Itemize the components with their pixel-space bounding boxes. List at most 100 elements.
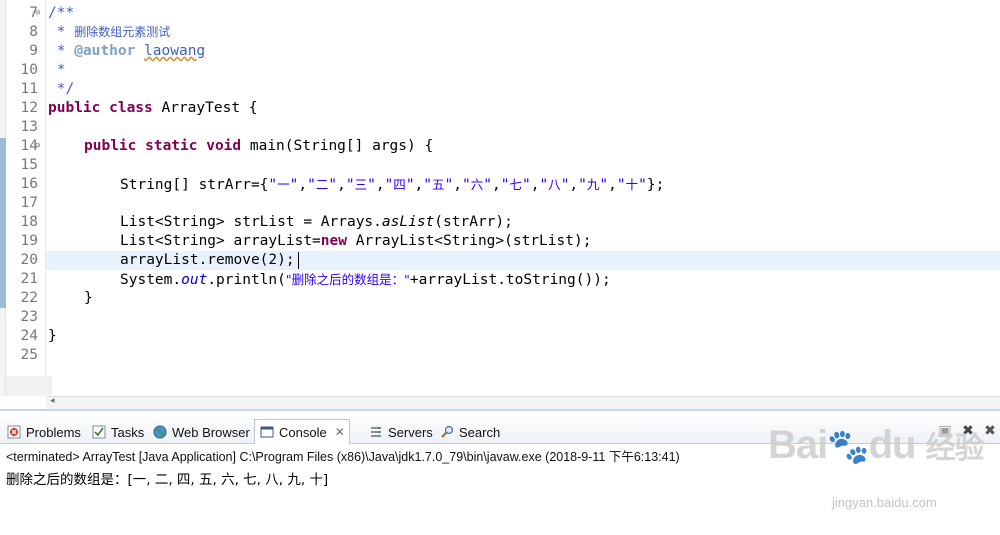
static-method: asList xyxy=(381,214,435,230)
string-literal: "四" xyxy=(384,177,415,193)
code-line-16[interactable]: String[] strArr={"一","二","三","四","五","六"… xyxy=(120,175,664,194)
line-number: 15 xyxy=(20,157,38,173)
code-line-19[interactable]: List<String> arrayList=new ArrayList<Str… xyxy=(120,232,591,251)
tab-console[interactable]: Console ✕ xyxy=(254,419,350,444)
line-number: 20 xyxy=(20,252,38,268)
web-browser-icon xyxy=(152,424,168,440)
tab-tasks[interactable]: Tasks xyxy=(87,420,148,444)
code-text: List<String> arrayList= xyxy=(120,233,321,249)
code-line-7[interactable]: /** xyxy=(48,4,74,23)
code-line-12[interactable]: public class ArrayTest { xyxy=(48,99,258,118)
console-icon xyxy=(259,424,275,440)
method-declaration: main(String[] args) { xyxy=(241,138,434,154)
line-number: 17 xyxy=(20,195,38,211)
line-number: 11 xyxy=(20,81,38,97)
string-literal: "二" xyxy=(307,177,338,193)
line-number: 22 xyxy=(20,290,38,306)
code-line-9[interactable]: * @author laowang xyxy=(48,42,205,61)
keyword: public static void xyxy=(84,138,242,154)
line-number: 12 xyxy=(20,100,38,116)
comment-description: 删除数组元素测试 xyxy=(74,25,171,39)
fold-collapse-icon[interactable]: ⊖ xyxy=(35,4,40,23)
line-number: 10 xyxy=(20,62,38,78)
string-literal: "八" xyxy=(539,177,570,193)
string-literal: "六" xyxy=(462,177,492,193)
author-name: laowang xyxy=(144,43,206,59)
code-text: (strArr); xyxy=(434,214,513,230)
code-text: .println( xyxy=(207,272,286,288)
code-line-8[interactable]: * 删除数组元素测试 xyxy=(48,23,171,42)
code-line-24[interactable]: } xyxy=(48,327,57,346)
string-literal: "十" xyxy=(616,177,647,193)
line-number: 13 xyxy=(20,119,38,135)
string-literal: "九" xyxy=(578,177,609,193)
problems-icon xyxy=(6,424,22,440)
tab-problems[interactable]: Problems xyxy=(2,420,85,444)
string-array-items: "一","二","三","四","五","六","七","八","九","十" xyxy=(268,177,647,193)
code-text: ArrayList<String>(strList); xyxy=(347,233,592,249)
tab-label: Problems xyxy=(26,424,81,440)
statement-end: }; xyxy=(646,177,665,193)
close-tab-icon[interactable]: ✕ xyxy=(335,425,345,439)
closing-brace: } xyxy=(48,328,57,344)
line-number: 24 xyxy=(20,328,38,344)
console-status: <terminated> ArrayTest [Java Application… xyxy=(6,450,680,464)
code-text: +arrayList.toString()); xyxy=(409,272,611,288)
tab-search[interactable]: Search xyxy=(435,420,504,444)
line-number: 19 xyxy=(20,233,38,249)
servers-icon xyxy=(368,424,384,440)
line-number: 8 xyxy=(29,24,38,40)
line-number: 14 xyxy=(20,138,38,154)
horizontal-scrollbar[interactable]: ◂ xyxy=(46,396,1000,409)
line-number: 9 xyxy=(29,43,38,59)
line-number: 25 xyxy=(20,347,38,363)
code-text: arrayList.remove(2); xyxy=(120,252,295,268)
code-line-20[interactable]: arrayList.remove(2); xyxy=(120,251,295,270)
comment-star: * xyxy=(48,43,75,59)
tab-label: Search xyxy=(459,424,501,440)
code-editor[interactable]: 7 8 9 10 11 12 13 14 15 16 17 18 19 20 21 22 23 24 25 ⊖ ⊖ … xyxy=(0,0,1000,396)
comment-end: */ xyxy=(48,81,75,97)
line-number: 7 xyxy=(29,5,38,21)
closing-brace: } xyxy=(84,290,93,306)
comment-star: * xyxy=(48,24,75,40)
tab-label: Tasks xyxy=(111,424,145,440)
console-output[interactable]: 删除之后的数组是：[一, 二, 四, 五, 六, 七, 八, 九, 十] xyxy=(6,468,328,488)
code-line-18[interactable]: List<String> strList = Arrays.asList(str… xyxy=(120,213,513,232)
javadoc-author-tag: @author xyxy=(74,43,136,59)
code-line-11[interactable]: */ xyxy=(48,80,74,99)
tab-web-browser[interactable]: Web Browser xyxy=(148,420,254,444)
code-text: List<String> strList = Arrays. xyxy=(120,214,382,230)
text-cursor xyxy=(298,252,299,269)
watermark-url: jingyan.baidu.com xyxy=(832,495,937,510)
comment-star: * xyxy=(48,62,66,78)
line-number: 16 xyxy=(20,176,38,192)
string-literal: "七" xyxy=(500,177,531,193)
line-number: 23 xyxy=(20,309,38,325)
code-line-14[interactable]: public static void main(String[] args) { xyxy=(84,137,433,156)
keyword: public class xyxy=(48,100,153,116)
comment-start: /** xyxy=(48,5,75,21)
code-text: System. xyxy=(120,272,182,288)
code-line-22[interactable]: } xyxy=(84,289,93,308)
array-declaration: String[] strArr={ xyxy=(120,177,269,193)
string-literal: "三" xyxy=(345,177,376,193)
string-literal: "五" xyxy=(423,177,454,193)
code-line-10[interactable]: * xyxy=(48,61,66,80)
static-field: out xyxy=(181,272,208,288)
tab-label: Console xyxy=(279,424,327,440)
line-number: 21 xyxy=(20,271,38,287)
line-number: 18 xyxy=(20,214,38,230)
fold-collapse-icon[interactable]: ⊖ xyxy=(35,137,40,156)
scroll-left-icon[interactable]: ◂ xyxy=(50,396,55,406)
remove-all-terminated-icon[interactable]: ✖ xyxy=(982,423,998,439)
tab-label: Web Browser xyxy=(172,424,250,440)
gutter-footer xyxy=(6,376,52,396)
code-line-21[interactable]: System.out.println("删除之后的数组是："+arrayList… xyxy=(120,270,611,289)
tab-label: Servers xyxy=(388,424,433,440)
class-declaration: ArrayTest { xyxy=(152,100,258,116)
watermark-logo: Bai🐾du 经验 xyxy=(768,423,985,467)
search-icon xyxy=(439,424,455,440)
string-literal: "删除之后的数组是：" xyxy=(285,272,410,287)
tab-servers[interactable]: Servers xyxy=(364,420,437,444)
